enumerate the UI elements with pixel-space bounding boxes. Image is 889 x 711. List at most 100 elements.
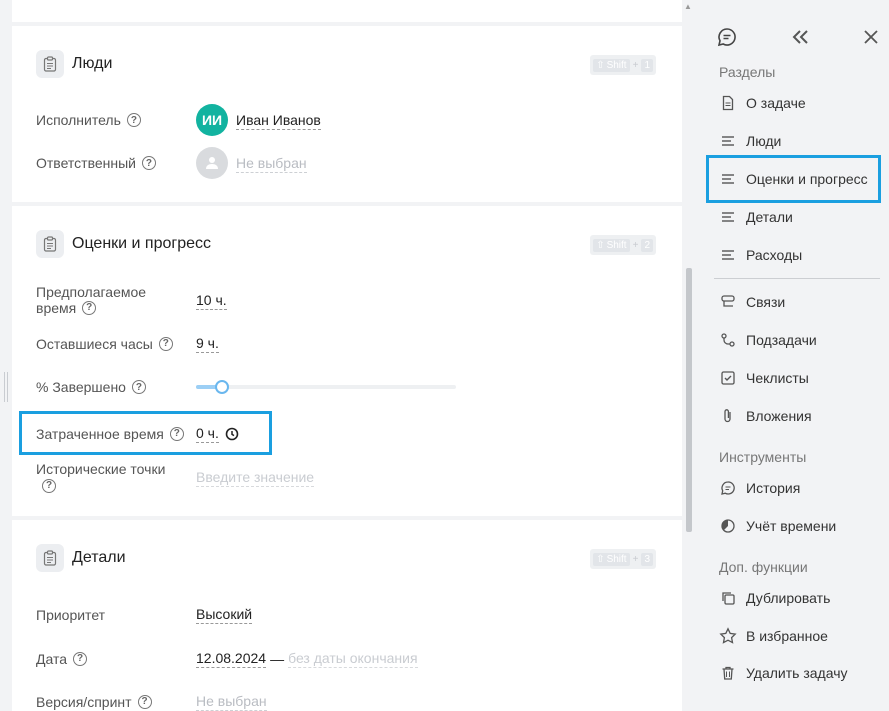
sidebar-item-label: История <box>746 480 801 496</box>
hotkey-plus: + <box>632 553 639 565</box>
sidebar-item-trash[interactable]: Удалить задачу <box>719 661 848 685</box>
clipboard-icon <box>36 230 64 258</box>
task-main-panel: Люди ⇧ Shift + 1 Исполнитель? ИИ Иван Ива… <box>0 0 692 711</box>
sidebar-item-label: Расходы <box>746 247 803 263</box>
responsible-label-text: Ответственный <box>36 155 136 171</box>
extra-group-title: Доп. функции <box>719 559 808 575</box>
version-label: Версия/спринт? <box>36 694 196 710</box>
spent-time-highlight <box>19 411 272 455</box>
sidebar-item-subtasks[interactable]: Подзадачи <box>719 328 817 352</box>
paperclip-icon <box>719 407 737 425</box>
help-icon[interactable]: ? <box>131 380 146 394</box>
remaining-hours-row: Оставшиеся часы? 9 ч. <box>36 334 219 353</box>
hotkey-hint: ⇧ Shift + 2 <box>590 235 656 255</box>
sidebar-item-lines[interactable]: Люди <box>719 129 781 153</box>
help-icon[interactable]: ? <box>126 113 141 127</box>
sidebar-item-time-tracking[interactable]: Учёт времени <box>719 514 836 538</box>
shift-arrow-icon: ⇧ <box>596 553 605 565</box>
assignee-row: Исполнитель? ИИ Иван Иванов <box>36 104 321 136</box>
people-section-header: Люди <box>36 50 112 78</box>
resize-handle[interactable] <box>4 372 8 402</box>
hotkey-shift: Shift <box>606 553 627 565</box>
hotkey-plus: + <box>632 59 639 71</box>
sidebar-item-label: О задаче <box>746 95 806 111</box>
date-row: Дата? 12.08.2024 — без даты окончания <box>36 649 418 668</box>
tools-group-title: Инструменты <box>719 449 807 465</box>
sidebar-item-star[interactable]: В избранное <box>719 624 828 648</box>
subtasks-icon <box>719 331 737 349</box>
collapse-double-chevron-icon[interactable] <box>789 26 811 48</box>
sidebar-item-label: Учёт времени <box>746 518 837 534</box>
hotkey-number: 3 <box>641 552 653 566</box>
assignee-value[interactable]: Иван Иванов <box>236 111 321 130</box>
version-value[interactable]: Не выбран <box>196 692 267 711</box>
scroll-up-arrow-icon[interactable]: ▲ <box>684 2 692 11</box>
historical-points-row: Исторические точки ? Введите значение <box>36 461 315 493</box>
date-label-text: Дата <box>36 650 68 667</box>
remaining-hours-label: Оставшиеся часы? <box>36 336 196 352</box>
close-icon[interactable] <box>861 27 881 47</box>
checklist-icon <box>719 369 737 387</box>
lines-icon <box>719 246 737 264</box>
sidebar-active-highlight <box>706 155 881 203</box>
responsible-value[interactable]: Не выбран <box>236 154 307 173</box>
clipboard-icon <box>36 544 64 572</box>
historical-label-text: Исторические точки <box>36 461 166 477</box>
hotkey-number: 1 <box>641 58 653 72</box>
help-icon[interactable]: ? <box>73 651 88 666</box>
responsible-row: Ответственный? Не выбран <box>36 147 307 179</box>
sidebar-item-lines[interactable]: Расходы <box>719 243 802 267</box>
date-start-value[interactable]: 12.08.2024 <box>196 649 267 668</box>
percent-complete-row: % Завершено? <box>36 379 456 395</box>
help-icon[interactable]: ? <box>82 301 97 315</box>
historical-points-input[interactable]: Введите значение <box>196 468 315 487</box>
date-label: Дата? <box>36 651 196 667</box>
sidebar-item-paperclip[interactable]: Вложения <box>719 404 812 428</box>
estimated-label-line1: Предполагаемое <box>36 284 147 300</box>
trash-icon <box>719 664 737 682</box>
percent-label-text: % Завершено <box>36 379 126 395</box>
slider-handle[interactable] <box>215 380 229 394</box>
sidebar-item-lines[interactable]: Детали <box>719 205 793 229</box>
sidebar-item-label: Подзадачи <box>746 332 817 348</box>
hotkey-shift: Shift <box>606 59 627 71</box>
avatar-placeholder[interactable] <box>196 147 228 179</box>
section-title: Оценки и прогресс <box>72 235 212 252</box>
sidebar-item-checklist[interactable]: Чеклисты <box>719 366 809 390</box>
date-separator: — <box>270 650 285 667</box>
help-icon[interactable]: ? <box>158 336 173 351</box>
percent-complete-label: % Завершено? <box>36 379 196 395</box>
avatar[interactable]: ИИ <box>196 104 228 136</box>
sidebar-item-history[interactable]: История <box>719 476 800 500</box>
comments-icon[interactable] <box>716 26 738 48</box>
help-icon[interactable]: ? <box>141 156 156 170</box>
assignee-label-text: Исполнитель <box>36 112 121 128</box>
estimated-time-label: Предполагаемое время? <box>36 284 196 316</box>
priority-value[interactable]: Высокий <box>196 605 253 624</box>
estimates-section: Оценки и прогресс ⇧ Shift + 2 Предполагае… <box>12 206 682 516</box>
priority-label: Приоритет <box>36 606 106 623</box>
details-section-header: Детали <box>36 544 126 572</box>
sidebar-item-links[interactable]: Связи <box>719 290 785 314</box>
lines-icon <box>719 208 737 226</box>
percent-complete-slider[interactable] <box>196 380 456 394</box>
duplicate-icon <box>719 589 737 607</box>
scrollbar[interactable] <box>686 268 692 532</box>
help-icon[interactable]: ? <box>42 479 56 493</box>
version-label-text: Версия/спринт <box>36 693 132 710</box>
hotkey-number: 2 <box>641 238 653 252</box>
shift-arrow-icon: ⇧ <box>596 59 605 71</box>
sidebar-item-duplicate[interactable]: Дублировать <box>719 586 830 610</box>
estimated-time-row: Предполагаемое время? 10 ч. <box>36 284 227 316</box>
people-section: Люди ⇧ Shift + 1 Исполнитель? ИИ Иван Ива… <box>12 26 682 202</box>
estimated-time-value[interactable]: 10 ч. <box>196 291 227 310</box>
date-end-value[interactable]: без даты окончания <box>288 649 418 668</box>
hotkey-hint: ⇧ Shift + 1 <box>590 55 656 75</box>
links-icon <box>719 293 737 311</box>
sidebar-item-label: Удалить задачу <box>746 665 848 681</box>
help-icon[interactable]: ? <box>137 694 152 709</box>
document-icon <box>719 94 737 112</box>
sidebar-item-label: Люди <box>746 133 782 149</box>
sidebar-item-document[interactable]: О задаче <box>719 91 806 115</box>
remaining-hours-value[interactable]: 9 ч. <box>196 334 219 353</box>
